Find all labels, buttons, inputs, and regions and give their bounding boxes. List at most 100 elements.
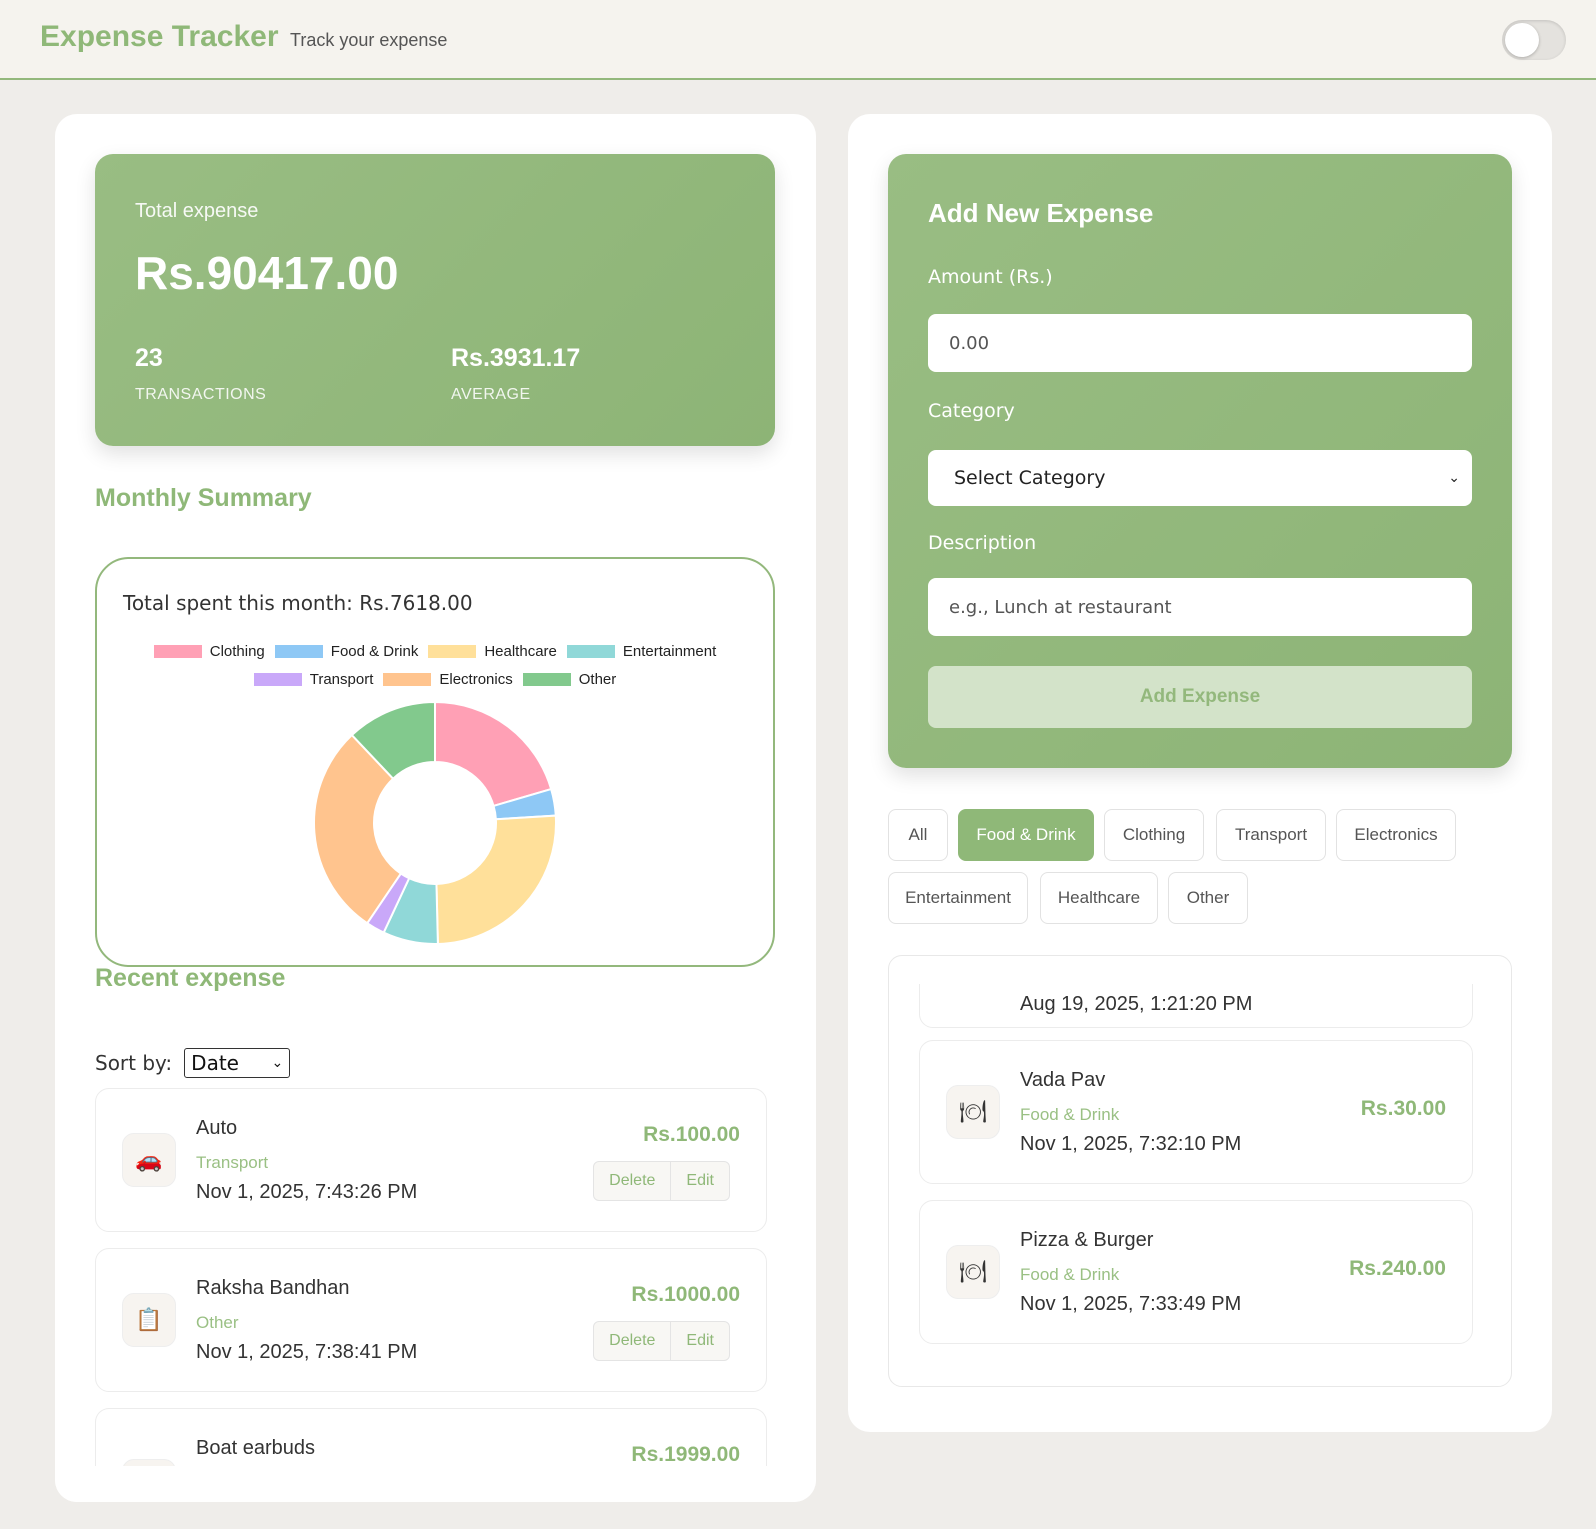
expense-category: Food & Drink <box>1020 1265 1120 1284</box>
legend-item[interactable]: Other <box>522 671 617 688</box>
sort-row: Sort by: Date ⌄ document.currentScript.p… <box>95 1048 291 1078</box>
app-title: Expense Tracker <box>40 20 279 53</box>
expense-amount: Rs.240.00 <box>1349 1257 1446 1280</box>
filter-other[interactable]: Other <box>1168 872 1248 924</box>
legend-swatch <box>566 645 615 658</box>
clipboard-icon: 📋 <box>122 1293 176 1347</box>
sort-label: Sort by: <box>95 1051 173 1075</box>
expense-card: 📋 Raksha Bandhan Other Nov 1, 2025, 7:38… <box>95 1248 767 1392</box>
legend-item[interactable]: Entertainment <box>566 643 717 660</box>
toggle-knob <box>1505 23 1539 57</box>
expense-card: 🍽 Pizza & Burger Food & Drink Nov 1, 202… <box>919 1200 1473 1344</box>
add-expense-form: Add New Expense Amount (Rs.) 0.00 Catego… <box>888 154 1512 768</box>
filter-electronics[interactable]: Electronics <box>1336 809 1456 861</box>
description-label: Description <box>928 532 1037 554</box>
expense-card: 🚗 Auto Transport Nov 1, 2025, 7:43:26 PM… <box>95 1088 767 1232</box>
add-expense-button[interactable]: Add Expense <box>928 666 1472 728</box>
expense-actions: Delete Edit <box>593 1321 730 1361</box>
donut-slice[interactable] <box>435 814 557 945</box>
delete-button[interactable]: Delete <box>593 1321 672 1361</box>
filter-entertainment[interactable]: Entertainment <box>888 872 1028 924</box>
legend-label: Electronics <box>439 671 513 688</box>
amount-input[interactable]: 0.00 <box>928 314 1472 372</box>
legend-label: Healthcare <box>484 643 557 660</box>
expense-category: Other <box>196 1313 239 1332</box>
filter-all[interactable]: All <box>888 809 948 861</box>
plate-icon: 🍽 <box>946 1085 1000 1139</box>
expense-card: Aug 19, 2025, 1:21:20 PM <box>919 984 1473 1028</box>
expense-card: 🍽 Vada Pav Food & Drink Nov 1, 2025, 7:3… <box>919 1040 1473 1184</box>
expense-amount: Rs.30.00 <box>1360 1097 1446 1120</box>
legend-swatch <box>253 673 302 686</box>
app-header: Expense Tracker Track your expense <box>0 0 1596 80</box>
expense-date: Nov 1, 2025, 7:38:41 PM <box>196 1341 418 1363</box>
transactions-count: 23 <box>135 344 163 372</box>
expense-category: Transport <box>196 1153 269 1172</box>
expense-title: Pizza & Burger <box>1020 1229 1154 1251</box>
scroll-mask <box>55 1466 816 1502</box>
expense-date: Nov 1, 2025, 7:32:10 PM <box>1020 1133 1242 1155</box>
legend-item[interactable]: Electronics <box>383 671 513 688</box>
plate-icon: 🍽 <box>946 1245 1000 1299</box>
expense-date: Nov 1, 2025, 7:33:49 PM <box>1020 1293 1242 1315</box>
category-label: Category <box>928 400 1015 422</box>
expense-amount: Rs.1000.00 <box>631 1283 740 1306</box>
edit-button[interactable]: Edit <box>671 1161 730 1201</box>
legend-label: Food & Drink <box>330 643 419 660</box>
legend-label: Entertainment <box>622 643 717 660</box>
car-icon: 🚗 <box>122 1133 176 1187</box>
transactions-label: TRANSACTIONS <box>135 386 267 403</box>
stats-card: Total expense Rs.90417.00 23 TRANSACTION… <box>95 154 775 446</box>
chart-legend-row-1: Clothing Food & Drink Healthcare Entertainm… <box>97 643 773 660</box>
chart-legend-row-2: Transport Electronics Other <box>97 671 773 688</box>
filter-food-drink[interactable]: Food & Drink <box>958 809 1094 861</box>
expense-category: Food & Drink <box>1020 1105 1120 1124</box>
chevron-down-icon: ⌄ <box>1448 470 1460 486</box>
legend-label: Transport <box>309 671 374 688</box>
chevron-down-icon: ⌄ <box>271 1055 284 1071</box>
delete-button[interactable]: Delete <box>593 1161 672 1201</box>
legend-label: Clothing <box>209 643 265 660</box>
left-panel: Total expense Rs.90417.00 23 TRANSACTION… <box>55 114 816 1502</box>
donut-chart <box>313 701 557 945</box>
list-scroll-area[interactable]: Aug 19, 2025, 1:21:20 PM 🍽 Vada Pav Food… <box>889 984 1511 1386</box>
monthly-summary-heading: Monthly Summary <box>95 484 312 512</box>
legend-swatch <box>383 673 432 686</box>
expense-amount: Rs.100.00 <box>643 1123 740 1146</box>
category-select-value: Select Category <box>954 467 1106 489</box>
legend-item[interactable]: Healthcare <box>428 643 557 660</box>
legend-swatch <box>274 645 323 658</box>
expense-amount: Rs.1999.00 <box>631 1443 740 1466</box>
expense-date: Aug 19, 2025, 1:21:20 PM <box>1020 993 1253 1015</box>
legend-swatch <box>428 645 477 658</box>
legend-item[interactable]: Clothing <box>153 643 265 660</box>
filter-transport[interactable]: Transport <box>1216 809 1326 861</box>
monthly-total-text: Total spent this month: Rs.7618.00 <box>123 591 473 615</box>
filter-clothing[interactable]: Clothing <box>1104 809 1204 861</box>
theme-toggle[interactable] <box>1502 20 1566 60</box>
description-input[interactable]: e.g., Lunch at restaurant <box>928 578 1472 636</box>
expense-title: Boat earbuds <box>196 1437 315 1459</box>
filtered-expense-list: Aug 19, 2025, 1:21:20 PM 🍽 Vada Pav Food… <box>888 955 1512 1387</box>
right-panel: Add New Expense Amount (Rs.) 0.00 Catego… <box>848 114 1552 1432</box>
app-subtitle: Track your expense <box>290 30 448 50</box>
legend-item[interactable]: Transport <box>253 671 374 688</box>
legend-item[interactable]: Food & Drink <box>274 643 419 660</box>
average-label: AVERAGE <box>451 386 531 403</box>
edit-button[interactable]: Edit <box>671 1321 730 1361</box>
recent-expense-heading: Recent expense <box>95 964 286 992</box>
sort-select[interactable]: Date ⌄ <box>184 1048 291 1078</box>
expense-title: Vada Pav <box>1020 1069 1106 1091</box>
form-title: Add New Expense <box>928 198 1154 228</box>
total-expense-label: Total expense <box>135 200 259 222</box>
donut-slice[interactable] <box>434 701 553 808</box>
category-select[interactable]: Select Category ⌄ <box>928 450 1472 506</box>
expense-title: Auto <box>196 1117 238 1139</box>
legend-swatch <box>153 645 202 658</box>
monthly-summary-card: Total spent this month: Rs.7618.00 Cloth… <box>95 557 775 967</box>
legend-label: Other <box>578 671 617 688</box>
expense-date: Nov 1, 2025, 7:43:26 PM <box>196 1181 418 1203</box>
average-value: Rs.3931.17 <box>451 344 581 372</box>
filter-healthcare[interactable]: Healthcare <box>1040 872 1158 924</box>
expense-title: Raksha Bandhan <box>196 1277 350 1299</box>
